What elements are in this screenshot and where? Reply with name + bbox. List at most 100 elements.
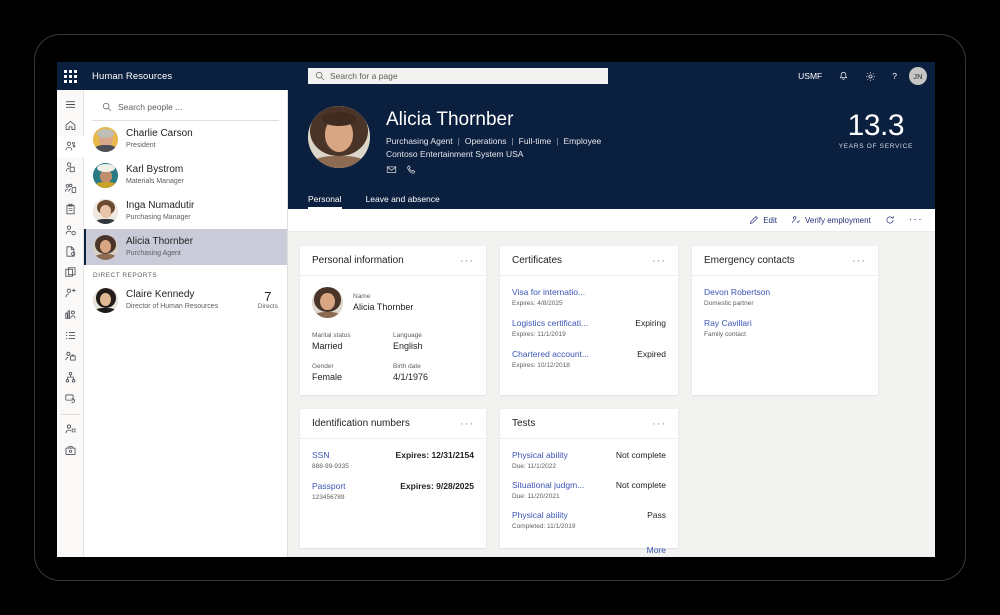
company-selector[interactable]: USMF — [790, 62, 830, 90]
test-status: Pass — [647, 510, 666, 520]
employee-employment-type: Full-time — [518, 136, 552, 146]
certificate-expiry: Expires: 4/8/2025 — [512, 300, 563, 307]
employee-department: Operations — [464, 136, 507, 146]
verify-employment-button[interactable]: Verify employment — [791, 215, 871, 225]
list-item[interactable]: Physical ability Completed: 11/1/2019 Pa… — [512, 510, 666, 531]
identification-link[interactable]: Passport — [312, 481, 346, 492]
avatar — [93, 126, 118, 152]
list-item-selected[interactable]: Alicia Thornber Purchasing Agent — [84, 229, 287, 265]
tab-leave-and-absence[interactable]: Leave and absence — [366, 194, 440, 209]
ellipsis-icon[interactable]: ··· — [909, 215, 923, 225]
card-header: Tests ··· — [500, 409, 678, 439]
application-window: Human Resources Search for a page USMF ?… — [57, 62, 935, 557]
personal-name-row: Name Alicia Thornber — [312, 287, 474, 318]
id-card-icon[interactable] — [57, 262, 84, 283]
field-gender: Gender Female — [312, 362, 393, 383]
card-header: Emergency contacts ··· — [692, 246, 878, 276]
certificate-link[interactable]: Logistics certificati... — [512, 318, 588, 329]
briefcase-person-icon[interactable] — [57, 346, 84, 367]
person-gear-icon[interactable] — [57, 419, 84, 440]
contact-relationship: Domestic partner — [704, 300, 754, 307]
page-search-input[interactable]: Search for a page — [308, 68, 608, 84]
notification-bell-icon[interactable] — [830, 62, 857, 90]
left-icon-rail — [57, 90, 84, 557]
employee-avatar — [308, 106, 370, 168]
list-icon[interactable] — [57, 325, 84, 346]
refresh-circle-icon[interactable] — [885, 215, 895, 225]
employee-meta: Purchasing Agent | Operations | Full-time | Em… — [386, 136, 602, 146]
person-name: Inga Numadutir — [126, 200, 195, 211]
years-of-service-label: YEARS OF SERVICE — [838, 143, 913, 150]
identification-link[interactable]: SSN — [312, 450, 349, 461]
card-body: Devon Robertson Domestic partner Ray Cav… — [692, 276, 878, 385]
card-certificates: Certificates ··· Visa for internatio... … — [500, 246, 678, 395]
employee-worker-type: Employee — [563, 136, 602, 146]
people-network-icon[interactable] — [57, 136, 84, 157]
list-item[interactable]: Ray Cavillari Family contact — [704, 318, 866, 339]
card-header: Identification numbers ··· — [300, 409, 486, 439]
list-item[interactable]: Claire Kennedy Director of Human Resourc… — [84, 282, 287, 318]
clipboard-icon[interactable] — [57, 199, 84, 220]
home-icon[interactable] — [57, 115, 84, 136]
list-item[interactable]: Inga Numadutir Purchasing Manager — [84, 193, 287, 229]
ellipsis-icon[interactable]: ··· — [460, 255, 474, 266]
app-title: Human Resources — [92, 70, 173, 82]
phone-icon[interactable] — [406, 164, 417, 175]
certificate-link[interactable]: Visa for internatio... — [512, 287, 585, 298]
contact-link[interactable]: Devon Robertson — [704, 287, 770, 298]
field-label: Birth date — [393, 363, 421, 370]
tab-personal[interactable]: Personal — [308, 194, 342, 209]
list-item[interactable]: Passport 123456789 Expires: 9/28/2025 — [312, 481, 474, 502]
org-group-icon[interactable] — [57, 178, 84, 199]
test-link[interactable]: Situational judgm... — [512, 480, 584, 491]
more-link[interactable]: More — [512, 545, 666, 555]
people-search-input[interactable]: Search people ... — [92, 93, 279, 121]
ellipsis-icon[interactable]: ··· — [852, 255, 866, 266]
list-item[interactable]: SSN 888-99-9335 Expires: 12/31/2154 — [312, 450, 474, 471]
field-birth-date: Birth date 4/1/1976 — [393, 362, 474, 383]
field-label: Language — [393, 332, 422, 339]
topnav-right-group: USMF ? JN — [790, 62, 927, 90]
contact-link[interactable]: Ray Cavillari — [704, 318, 752, 329]
list-item[interactable]: Charlie Carson President — [84, 121, 287, 157]
ellipsis-icon[interactable]: ··· — [652, 418, 666, 429]
contact-relationship: Family contact — [704, 331, 746, 338]
card-body: Physical ability Due: 11/1/2022 Not comp… — [500, 439, 678, 555]
waffle-grid-icon[interactable] — [57, 62, 83, 90]
hierarchy-icon[interactable] — [57, 367, 84, 388]
person-settings-icon[interactable] — [57, 220, 84, 241]
person-add-icon[interactable] — [57, 283, 84, 304]
briefcase-icon[interactable] — [57, 440, 84, 461]
help-button[interactable]: ? — [884, 62, 905, 90]
search-icon — [315, 71, 325, 81]
list-item[interactable]: Devon Robertson Domestic partner — [704, 287, 866, 308]
list-item[interactable]: Visa for internatio... Expires: 4/8/2025 — [512, 287, 666, 308]
certificate-link[interactable]: Chartered account... — [512, 349, 589, 360]
directs-count-label: Directs — [257, 303, 278, 310]
chart-person-icon[interactable] — [57, 304, 84, 325]
settings-gear-icon[interactable] — [857, 62, 884, 90]
person-name: Charlie Carson — [126, 128, 193, 139]
edit-button[interactable]: Edit — [749, 215, 777, 225]
ellipsis-icon[interactable]: ··· — [460, 418, 474, 429]
list-item[interactable]: Chartered account... Expires: 10/12/2018… — [512, 349, 666, 370]
document-check-icon[interactable] — [57, 241, 84, 262]
list-item[interactable]: Logistics certificati... Expires: 11/1/2… — [512, 318, 666, 339]
user-avatar-initials[interactable]: JN — [909, 67, 927, 85]
email-envelope-icon[interactable] — [386, 164, 397, 175]
list-item[interactable]: Situational judgm... Due: 11/20/2021 Not… — [512, 480, 666, 501]
shield-screen-icon[interactable] — [57, 388, 84, 409]
card-title: Tests — [512, 418, 536, 429]
list-item[interactable]: Physical ability Due: 11/1/2022 Not comp… — [512, 450, 666, 471]
test-link[interactable]: Physical ability — [512, 510, 575, 521]
personal-fields-grid: Marital status Married Language English … — [312, 331, 474, 383]
action-toolbar: Edit Verify employment ··· — [288, 209, 935, 232]
test-link[interactable]: Physical ability — [512, 450, 568, 461]
person-badge-icon[interactable] — [57, 157, 84, 178]
list-item[interactable]: Karl Bystrom Materials Manager — [84, 157, 287, 193]
hamburger-menu-icon[interactable] — [57, 94, 84, 115]
card-body: Name Alicia Thornber Marital status Marr… — [300, 276, 486, 395]
ellipsis-icon[interactable]: ··· — [652, 255, 666, 266]
field-label: Marital status — [312, 332, 351, 339]
certificate-status: Expired — [637, 349, 666, 359]
